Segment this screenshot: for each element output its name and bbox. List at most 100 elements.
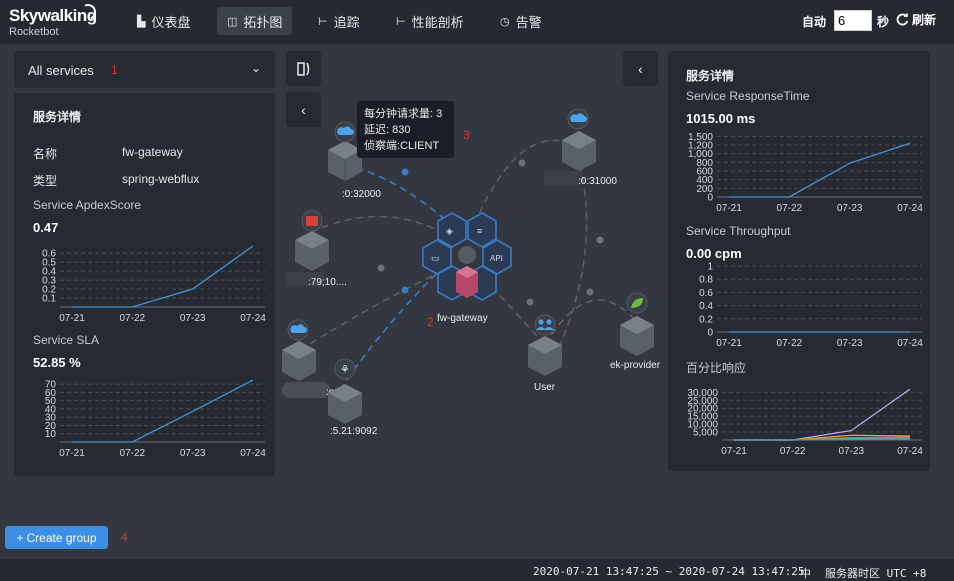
- brand-subtitle: Rocketbot: [9, 26, 59, 38]
- series-line: [72, 379, 254, 443]
- field-key: 名称: [33, 147, 58, 161]
- y-tick-label: 0.6: [42, 249, 56, 260]
- annotation-number: 3: [463, 128, 470, 142]
- topology-node[interactable]: ek-provider: [610, 292, 661, 371]
- top-bar: Skywalking Rocketbot ▙ 仪表盘 ◫ 拓扑图 ⊢ 追踪 ⊢ …: [0, 0, 954, 44]
- panel-title: 服务详情: [686, 69, 735, 83]
- y-tick-label: 30,000: [687, 388, 718, 399]
- node-label: :79;10....: [308, 277, 347, 288]
- time-range[interactable]: 2020-07-21 13:47:25 ~ 2020-07-24 13:47:2…: [533, 565, 805, 578]
- profile-icon: ⊢: [396, 15, 406, 28]
- metric-label: Service Throughput: [686, 224, 791, 238]
- status-bar: 2020-07-21 13:47:25 ~ 2020-07-24 13:47:2…: [0, 559, 954, 581]
- plus-icon: +: [16, 530, 24, 545]
- nav-dashboard[interactable]: ▙ 仪表盘: [127, 7, 200, 35]
- x-tick-label: 07-23: [839, 446, 865, 457]
- nav-topology[interactable]: ◫ 拓扑图: [217, 7, 293, 35]
- node-label: ek-provider: [610, 360, 661, 371]
- gateway-node[interactable]: ◈ ≡ ▭ API fw-gateway: [422, 212, 512, 324]
- metric-label: 百分比响应: [686, 361, 747, 375]
- x-tick-label: 07-24: [897, 338, 923, 349]
- monitor-icon: ▭: [431, 253, 440, 263]
- x-tick-label: 07-22: [780, 446, 806, 457]
- x-tick-label: 07-21: [716, 338, 742, 349]
- create-group-label: Create group: [26, 530, 97, 545]
- panel-title: 服务详情: [33, 110, 82, 124]
- sla-chart: 1020304050607007-21 07-22 07-23 07-24: [45, 379, 266, 459]
- service-select[interactable]: All services ⌄: [14, 51, 275, 88]
- alarm-icon: ◷: [500, 15, 510, 28]
- kafka-icon: ⚘: [340, 364, 350, 376]
- x-tick-label: 07-21: [59, 313, 85, 324]
- database-icon: ≡: [477, 226, 482, 236]
- series-line: [734, 438, 911, 441]
- nav-label: 追踪: [333, 14, 360, 30]
- nav-label: 告警: [515, 14, 542, 30]
- collapse-right-button[interactable]: ‹: [623, 51, 658, 86]
- tooltip-line: 每分钟请求量: 3: [364, 108, 443, 120]
- metric-value: 52.85 %: [33, 355, 81, 370]
- dashboard-icon: ▙: [137, 15, 146, 28]
- service-select-value: All services: [28, 63, 94, 78]
- topology-node[interactable]: ⚘ :5.21:9092: [328, 358, 378, 437]
- nav-trace[interactable]: ⊢ 追踪: [308, 7, 370, 35]
- nav-label: 仪表盘: [151, 14, 191, 30]
- y-tick-label: 1,500: [688, 132, 713, 143]
- topology-toggle-button[interactable]: [286, 51, 321, 86]
- annotation-number: 2: [427, 315, 434, 329]
- topology-icon: [296, 61, 309, 76]
- nav-profile[interactable]: ⊢ 性能剖析: [386, 7, 474, 35]
- nav-alarm[interactable]: ◷ 告警: [490, 7, 552, 35]
- x-tick-label: 07-22: [120, 313, 146, 324]
- metric-value: 1015.00 ms: [686, 111, 756, 126]
- refresh-interval-input[interactable]: [834, 10, 872, 31]
- x-tick-label: 07-23: [837, 338, 863, 349]
- node-label: :0:32000: [342, 189, 381, 200]
- auto-refresh-label: 自动: [802, 15, 827, 29]
- metric-label: Service SLA: [33, 333, 100, 347]
- x-tick-label: 07-24: [240, 448, 266, 459]
- link-tooltip: 每分钟请求量: 3 延迟: 830 侦察端:CLIENT: [357, 101, 454, 158]
- node-label: fw-gateway: [437, 313, 488, 324]
- x-tick-label: 07-23: [180, 448, 206, 459]
- apdex-chart: 0.10.20.30.40.50.607-21 07-22 07-23 07-24: [42, 245, 266, 324]
- y-tick-label: 0.8: [699, 275, 713, 286]
- response-time-chart: 02004006008001,0001,2001,50007-21 07-22 07…: [688, 132, 923, 214]
- tooltip-line: 侦察端:CLIENT: [364, 140, 440, 152]
- refresh-label: 刷新: [912, 13, 937, 27]
- node-label: :5.21:9092: [330, 426, 378, 437]
- x-tick-label: 07-22: [120, 448, 146, 459]
- x-tick-label: 07-21: [721, 446, 747, 457]
- api-icon: API: [490, 254, 503, 263]
- chevron-left-icon: ‹: [638, 60, 643, 77]
- x-tick-label: 07-23: [837, 203, 863, 214]
- language-toggle[interactable]: 中: [800, 565, 811, 581]
- metric-value: 0.00 cpm: [686, 246, 742, 261]
- refresh-icon: [896, 13, 909, 26]
- node-label: :0:31000: [578, 176, 617, 187]
- nav-label: 性能剖析: [411, 14, 464, 30]
- topology-graph[interactable]: :0:32000 :79;10.... :om:... ⚘ :5.21:9092: [276, 94, 668, 444]
- annotation-number: 4: [121, 530, 128, 544]
- x-tick-label: 07-22: [777, 203, 803, 214]
- y-tick-label: 70: [45, 380, 57, 391]
- refresh-button[interactable]: 刷新: [896, 11, 936, 28]
- x-tick-label: 07-24: [897, 203, 923, 214]
- metric-label: Service ResponseTime: [686, 89, 810, 103]
- cube-icon: ◈: [446, 226, 453, 236]
- x-tick-label: 07-24: [897, 446, 923, 457]
- x-tick-label: 07-21: [716, 203, 742, 214]
- y-tick-label: 0.6: [699, 288, 713, 299]
- seconds-label: 秒: [877, 15, 890, 29]
- create-group-button[interactable]: + Create group: [5, 526, 108, 549]
- chevron-down-icon: ⌄: [250, 61, 261, 75]
- topology-node[interactable]: :0:31000: [544, 108, 617, 187]
- metric-value: 0.47: [33, 220, 59, 235]
- x-tick-label: 07-24: [240, 313, 266, 324]
- x-tick-label: 07-21: [59, 448, 85, 459]
- throughput-chart: 0 0.2 0.4 0.6 0.8 1 07-21 07-22 07-23 07-24: [699, 262, 923, 350]
- y-tick-label: 0: [707, 328, 713, 339]
- y-tick-label: 0.4: [699, 301, 713, 312]
- topology-node[interactable]: User: [528, 314, 562, 393]
- node-label: User: [534, 382, 556, 393]
